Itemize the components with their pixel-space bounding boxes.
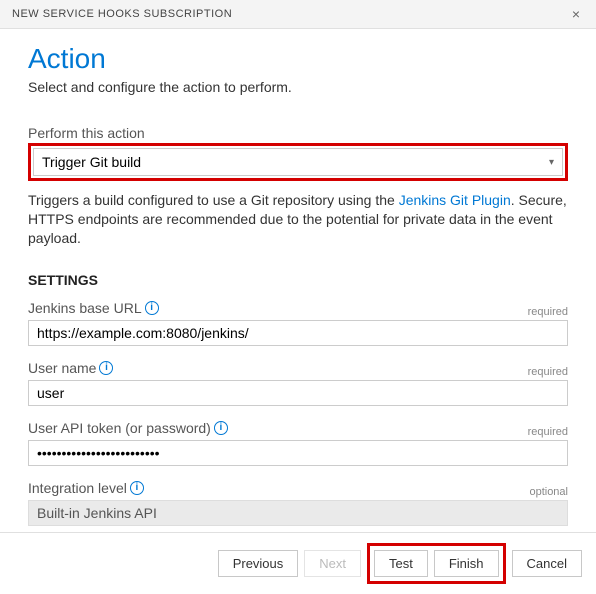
integration-input[interactable] — [28, 500, 568, 526]
info-icon[interactable]: i — [99, 361, 113, 375]
action-description: Triggers a build configured to use a Git… — [28, 191, 568, 248]
info-icon[interactable]: i — [214, 421, 228, 435]
page-title: Action — [28, 43, 568, 75]
test-finish-highlight: Test Finish — [367, 543, 506, 584]
dialog-header: NEW SERVICE HOOKS SUBSCRIPTION × — [0, 0, 596, 29]
integration-hint: optional — [529, 486, 568, 498]
base-url-label-text: Jenkins base URL — [28, 300, 142, 316]
dialog-footer: Previous Next Test Finish Cancel — [0, 532, 596, 594]
action-highlight: Trigger Git build ▾ — [28, 143, 568, 181]
page-subtitle: Select and configure the action to perfo… — [28, 79, 568, 95]
api-token-hint: required — [528, 426, 568, 438]
base-url-hint: required — [528, 306, 568, 318]
description-pre: Triggers a build configured to use a Git… — [28, 192, 399, 208]
finish-button[interactable]: Finish — [434, 550, 499, 577]
dialog-title: NEW SERVICE HOOKS SUBSCRIPTION — [12, 8, 232, 20]
action-label: Perform this action — [28, 125, 568, 141]
info-icon[interactable]: i — [145, 301, 159, 315]
chevron-down-icon: ▾ — [549, 157, 554, 168]
base-url-label: Jenkins base URL i — [28, 300, 159, 316]
close-icon[interactable]: × — [568, 6, 584, 22]
user-name-label-text: User name — [28, 360, 96, 376]
settings-heading: SETTINGS — [28, 272, 568, 288]
jenkins-git-plugin-link[interactable]: Jenkins Git Plugin — [399, 192, 511, 208]
integration-label-text: Integration level — [28, 480, 127, 496]
next-button: Next — [304, 550, 361, 577]
api-token-input[interactable] — [28, 440, 568, 466]
action-field-group: Perform this action Trigger Git build ▾ … — [28, 125, 568, 248]
user-name-input[interactable] — [28, 380, 568, 406]
api-token-label: User API token (or password) i — [28, 420, 228, 436]
info-icon[interactable]: i — [130, 481, 144, 495]
dialog-content: Action Select and configure the action t… — [0, 29, 596, 526]
api-token-group: User API token (or password) i required — [28, 420, 568, 466]
user-name-hint: required — [528, 366, 568, 378]
cancel-button[interactable]: Cancel — [512, 550, 582, 577]
user-name-label: User name i — [28, 360, 113, 376]
base-url-group: Jenkins base URL i required — [28, 300, 568, 346]
api-token-label-text: User API token (or password) — [28, 420, 211, 436]
previous-button[interactable]: Previous — [218, 550, 299, 577]
integration-label: Integration level i — [28, 480, 144, 496]
integration-group: Integration level i optional — [28, 480, 568, 526]
test-button[interactable]: Test — [374, 550, 428, 577]
user-name-group: User name i required — [28, 360, 568, 406]
action-select[interactable]: Trigger Git build ▾ — [33, 148, 563, 176]
base-url-input[interactable] — [28, 320, 568, 346]
action-select-value: Trigger Git build — [42, 154, 141, 170]
